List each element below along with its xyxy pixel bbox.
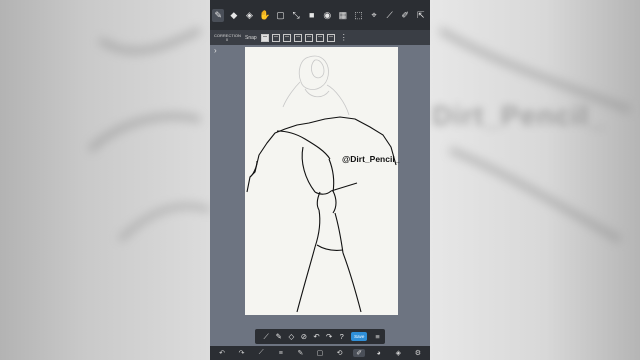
- help-icon[interactable]: ?: [337, 331, 347, 342]
- bottom-navbar: ↶ ↷ ⟋ ≡ ✎ ▢ ⟲ ✐ ◕ ◈ ⚙: [210, 346, 430, 360]
- rotate-icon[interactable]: ⟲: [334, 349, 346, 357]
- bottom-toolbar: ⟋ ✎ ◇ ⊘ ↶ ↷ ? Save ≡: [255, 329, 385, 344]
- undo-icon[interactable]: ↶: [311, 331, 321, 342]
- watermark-text: @Dirt_Pencil_: [342, 154, 400, 164]
- fill-icon[interactable]: ◈: [243, 9, 255, 22]
- brush-icon[interactable]: ✎: [212, 8, 225, 22]
- clear-icon[interactable]: ⊘: [299, 331, 309, 342]
- snap-grid-button[interactable]: [282, 33, 291, 42]
- blurred-watermark: Dirt_Pencil_: [432, 100, 606, 131]
- eraser-icon[interactable]: ◇: [286, 331, 296, 342]
- app-screen: ✎ ◆ ◈ ✋ ▢ ⤡ ■ ◉ ▦ ⬚ ⌖ ⟋ ✐ ⇱ CORRECTION 0…: [210, 0, 430, 360]
- sketch-drawing: [246, 55, 397, 313]
- snap-label: Snap: [245, 34, 257, 41]
- layers-icon[interactable]: ◈: [392, 349, 404, 357]
- correction-value: 0: [225, 36, 229, 42]
- select-icon[interactable]: ▢: [314, 349, 326, 357]
- top-toolbar: ✎ ◆ ◈ ✋ ▢ ⤡ ■ ◉ ▦ ⬚ ⌖ ⟋ ✐ ⇱: [210, 0, 430, 30]
- blurred-background-right: [430, 0, 640, 360]
- palette-icon[interactable]: ◕: [373, 350, 385, 357]
- eyedropper-icon[interactable]: ⟋: [383, 9, 395, 22]
- correction-control[interactable]: CORRECTION 0: [214, 33, 241, 42]
- pen-icon[interactable]: ✎: [274, 331, 284, 342]
- magic-wand-icon[interactable]: ⌖: [368, 9, 380, 22]
- eraser-icon[interactable]: ◆: [228, 9, 240, 22]
- grid-icon[interactable]: ▦: [337, 9, 349, 22]
- settings-icon[interactable]: ⚙: [412, 349, 424, 357]
- eyedropper-icon[interactable]: ⟋: [255, 349, 267, 357]
- redo-icon[interactable]: ↷: [324, 331, 334, 342]
- transform-icon[interactable]: ⤡: [290, 9, 302, 22]
- sub-toolbar: CORRECTION 0 Snap ⋮: [210, 30, 430, 45]
- snap-off-button[interactable]: [260, 33, 269, 42]
- select-icon[interactable]: ⬚: [352, 9, 364, 22]
- snap-curve-button[interactable]: [326, 33, 335, 42]
- hand-icon[interactable]: ✋: [259, 9, 271, 22]
- color-fill-icon[interactable]: ■: [305, 9, 317, 22]
- save-button[interactable]: Save: [351, 332, 368, 341]
- menu-icon[interactable]: ≡: [275, 350, 287, 357]
- snap-perspective-button[interactable]: [304, 33, 313, 42]
- expand-panel-icon[interactable]: ›: [214, 46, 217, 55]
- snap-radial-button[interactable]: [293, 33, 302, 42]
- undo-icon[interactable]: ↶: [216, 349, 228, 357]
- more-icon[interactable]: ⋮: [340, 33, 348, 42]
- brush-icon[interactable]: ✐: [353, 349, 366, 357]
- close-icon[interactable]: ≡: [372, 331, 382, 342]
- layer-fill-icon[interactable]: ◉: [321, 9, 333, 22]
- edit-icon[interactable]: ✎: [294, 349, 306, 357]
- drawing-canvas[interactable]: [245, 47, 398, 315]
- snap-circle-button[interactable]: [315, 33, 324, 42]
- blurred-background-left: [0, 0, 210, 360]
- rect-select-icon[interactable]: ▢: [274, 9, 286, 22]
- pen-icon[interactable]: ✐: [399, 9, 411, 22]
- eyedropper-icon[interactable]: ⟋: [261, 331, 271, 342]
- snap-parallel-button[interactable]: [271, 33, 280, 42]
- redo-icon[interactable]: ↷: [236, 349, 248, 357]
- export-icon[interactable]: ⇱: [415, 9, 427, 22]
